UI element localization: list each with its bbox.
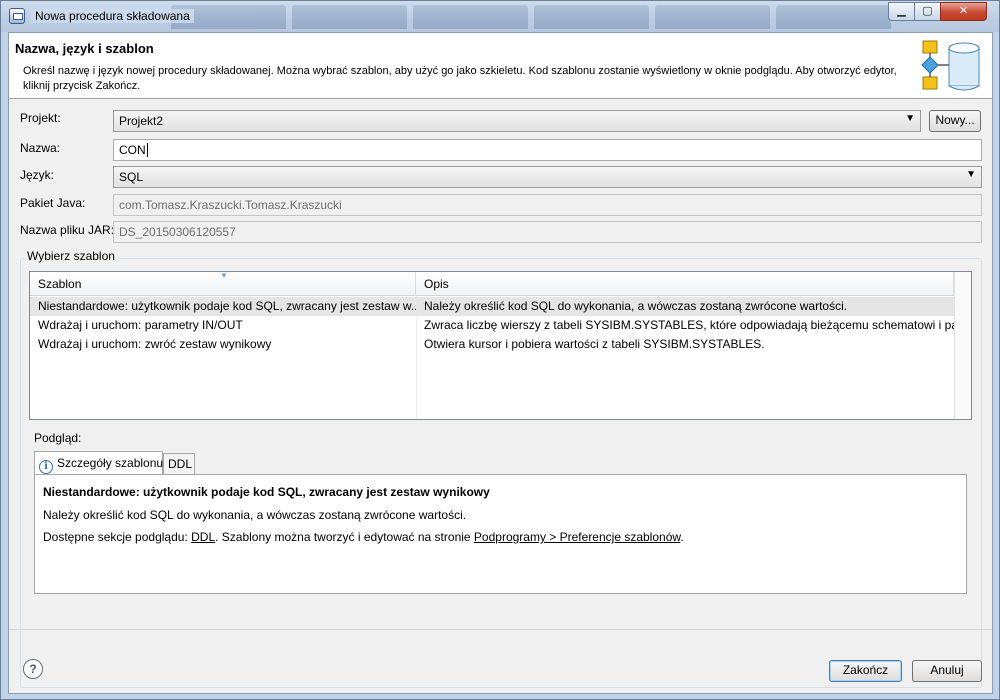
template-name-cell: Wdrażaj i uruchom: zwróć zestaw wynikowy bbox=[38, 337, 272, 351]
project-value: Projekt2 bbox=[119, 114, 164, 128]
dropdown-arrow-icon: ▼ bbox=[966, 169, 976, 180]
table-row[interactable]: Wdrażaj i uruchom: parametry IN/OUT Zwra… bbox=[30, 316, 954, 335]
table-row[interactable]: Niestandardowe: użytkownik podaje kod SQ… bbox=[30, 297, 954, 316]
title-bar[interactable]: Nowa procedura składowana ▁ ▢ ✕ bbox=[1, 1, 999, 32]
dialog-client-area: Nazwa, język i szablon Określ nazwę i ję… bbox=[8, 32, 993, 694]
table-row[interactable]: Wdrażaj i uruchom: zwróć zestaw wynikowy… bbox=[30, 335, 954, 354]
project-label: Projekt: bbox=[20, 111, 61, 125]
template-name-cell: Niestandardowe: użytkownik podaje kod SQ… bbox=[38, 299, 416, 313]
sort-indicator-icon: ▼ bbox=[220, 271, 228, 280]
language-value: SQL bbox=[119, 170, 144, 184]
dropdown-arrow-icon: ▼ bbox=[905, 113, 915, 124]
app-icon bbox=[9, 8, 25, 24]
background-window-tabs bbox=[171, 5, 891, 29]
template-desc-cell: Zwraca liczbę wierszy z tabeli SYSIBM.SY… bbox=[424, 318, 954, 332]
column-header-description[interactable]: Opis bbox=[416, 272, 954, 296]
template-preferences-link[interactable]: Podprogramy > Preferencje szablonów bbox=[474, 530, 680, 544]
table-header: Szablon ▼ Opis bbox=[30, 272, 971, 296]
tab-template-details[interactable]: i Szczegóły szablonu bbox=[34, 451, 163, 475]
column-header-template[interactable]: Szablon ▼ bbox=[30, 272, 416, 296]
name-value: CON bbox=[119, 143, 146, 157]
template-group-title: Wybierz szablon bbox=[24, 249, 118, 263]
preview-template-title: Niestandardowe: użytkownik podaje kod SQ… bbox=[43, 485, 490, 499]
java-package-field: com.Tomasz.Kraszucki.Tomasz.Kraszucki bbox=[113, 194, 982, 216]
info-icon: i bbox=[39, 460, 53, 474]
page-description: Określ nazwę i język nowej procedury skł… bbox=[23, 65, 897, 92]
jar-name-value: DS_20150306120557 bbox=[119, 225, 236, 239]
preview-template-description: Należy określić kod SQL do wykonania, a … bbox=[43, 508, 467, 522]
help-icon[interactable]: ? bbox=[23, 659, 43, 679]
close-button[interactable]: ✕ bbox=[940, 2, 987, 21]
preview-label: Podgląd: bbox=[34, 431, 82, 445]
template-name-cell: Wdrażaj i uruchom: parametry IN/OUT bbox=[38, 318, 243, 332]
name-label: Nazwa: bbox=[20, 141, 61, 155]
preview-sections-text: Dostępne sekcje podglądu: DDL. Szablony … bbox=[43, 530, 684, 544]
name-input[interactable]: CON bbox=[113, 139, 982, 161]
window-title: Nowa procedura składowana bbox=[31, 9, 194, 23]
tab-ddl[interactable]: DDL bbox=[163, 453, 195, 475]
dialog-window: Nowa procedura składowana ▁ ▢ ✕ Nazwa, j… bbox=[0, 0, 1000, 700]
text-caret bbox=[146, 143, 148, 157]
language-dropdown[interactable]: SQL ▼ bbox=[113, 166, 982, 188]
preview-panel: Niestandardowe: użytkownik podaje kod SQ… bbox=[34, 474, 967, 594]
finish-button[interactable]: Zakończ bbox=[829, 660, 902, 682]
page-title: Nazwa, język i szablon bbox=[15, 41, 154, 56]
template-desc-cell: Należy określić kod SQL do wykonania, a … bbox=[424, 299, 848, 313]
minimize-button[interactable]: ▁ bbox=[888, 2, 915, 21]
template-table[interactable]: Szablon ▼ Opis Niestandardowe: użytkowni… bbox=[29, 271, 972, 420]
button-bar-separator bbox=[9, 629, 992, 630]
language-label: Język: bbox=[20, 168, 55, 182]
stored-procedure-wizard-icon bbox=[921, 40, 980, 91]
table-scroll-area bbox=[954, 272, 971, 419]
wizard-header: Nazwa, język i szablon Określ nazwę i ję… bbox=[9, 33, 992, 99]
ddl-link[interactable]: DDL bbox=[191, 530, 215, 544]
maximize-button[interactable]: ▢ bbox=[914, 2, 941, 21]
jar-name-label: Nazwa pliku JAR: bbox=[20, 223, 115, 237]
java-package-label: Pakiet Java: bbox=[20, 196, 86, 210]
template-desc-cell: Otwiera kursor i pobiera wartości z tabe… bbox=[424, 337, 765, 351]
project-dropdown[interactable]: Projekt2 ▼ bbox=[113, 110, 921, 132]
new-project-button[interactable]: Nowy... bbox=[929, 110, 981, 132]
jar-name-field: DS_20150306120557 bbox=[113, 221, 982, 243]
cancel-button[interactable]: Anuluj bbox=[912, 660, 982, 682]
java-package-value: com.Tomasz.Kraszucki.Tomasz.Kraszucki bbox=[119, 198, 342, 212]
